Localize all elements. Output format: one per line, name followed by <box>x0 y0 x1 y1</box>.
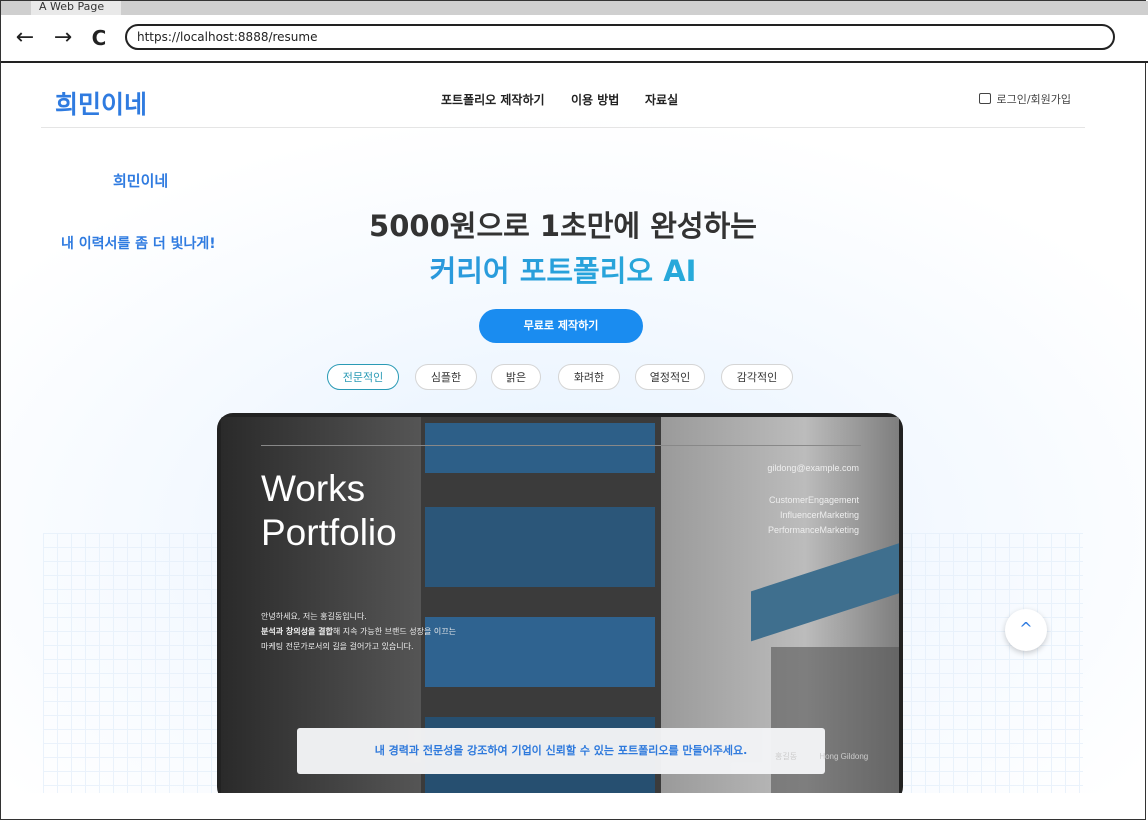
preview-tag: CustomerEngagement <box>768 495 859 505</box>
back-icon[interactable]: ← <box>11 25 39 51</box>
address-bar[interactable]: https://localhost:8888/resume <box>125 24 1115 50</box>
hero-title-line1: 5000원으로 1초만에 완성하는 <box>369 209 757 243</box>
style-chip-fancy[interactable]: 화려한 <box>558 364 620 390</box>
browser-tab[interactable]: A Web Page <box>31 1 121 15</box>
prompt-toast: 내 경력과 전문성을 강조하여 기업이 신뢰할 수 있는 포트폴리오를 만들어주… <box>297 728 825 774</box>
hero-title-line2: 커리어 포트폴리오 AI <box>3 248 1123 290</box>
nav-item-resources[interactable]: 자료실 <box>645 91 678 108</box>
preview-intro-line3: 마케팅 전문가로서의 길을 걸어가고 있습니다. <box>261 642 414 651</box>
preview-name: 홍길동 Hong Gildong <box>775 751 868 762</box>
nav-item-portfolio[interactable]: 포트폴리오 제작하기 <box>441 91 545 108</box>
preview-name-ko: 홍길동 <box>775 752 798 761</box>
preview-title-line2: Portfolio <box>261 512 397 553</box>
chevron-up-icon: ^ <box>1019 619 1033 638</box>
scroll-to-top-button[interactable]: ^ <box>1005 609 1047 651</box>
preview-tags: CustomerEngagement InfluencerMarketing P… <box>768 493 859 538</box>
preview-intro-bold: 분석과 창의성을 결합 <box>261 627 333 636</box>
preview-email: gildong@example.com <box>767 463 859 473</box>
side-brand: 희민이네 <box>113 172 169 190</box>
site-header: 희민이네 포트폴리오 제작하기 이용 방법 자료실 로그인/회원가입 <box>41 63 1085 128</box>
tab-bar: A Web Page <box>1 1 1148 15</box>
preview-name-en: Hong Gildong <box>819 752 869 761</box>
style-chip-professional[interactable]: 전문적인 <box>327 364 399 390</box>
free-create-button[interactable]: 무료로 제작하기 <box>479 309 643 343</box>
style-chip-simple[interactable]: 심플한 <box>415 364 477 390</box>
lock-icon <box>979 93 992 104</box>
preview-intro: 안녕하세요, 저는 홍길동입니다. 분석과 창의성을 결합해 지속 가능한 브랜… <box>261 609 456 654</box>
nav-item-how-to[interactable]: 이용 방법 <box>571 91 619 108</box>
preview-tag: PerformanceMarketing <box>767 525 859 535</box>
preview-intro-line1: 안녕하세요, 저는 홍길동입니다. <box>261 612 367 621</box>
preview-title: Works Portfolio <box>261 467 397 555</box>
preview-intro-line2: 해 지속 가능한 브랜드 성장을 이끄는 <box>332 627 456 636</box>
login-label: 로그인/회원가입 <box>996 93 1071 106</box>
page-content: 희민이네 포트폴리오 제작하기 이용 방법 자료실 로그인/회원가입 희민이네 … <box>3 63 1145 793</box>
browser-toolbar: ← → C https://localhost:8888/resume <box>1 15 1148 63</box>
preview-title-line1: Works <box>261 468 366 509</box>
preview-tag: InfluencerMarketing <box>779 510 859 520</box>
preview-divider <box>261 445 861 446</box>
browser-window: A Web Page ← → C https://localhost:8888/… <box>0 0 1148 820</box>
forward-icon[interactable]: → <box>49 25 77 51</box>
style-chip-passionate[interactable]: 열정적인 <box>635 364 705 390</box>
reload-icon[interactable]: C <box>85 25 113 51</box>
style-chip-bright[interactable]: 밝은 <box>491 364 541 390</box>
style-chip-sensible[interactable]: 감각적인 <box>721 364 793 390</box>
login-link[interactable]: 로그인/회원가입 <box>979 91 1071 107</box>
site-logo[interactable]: 희민이네 <box>55 85 147 121</box>
